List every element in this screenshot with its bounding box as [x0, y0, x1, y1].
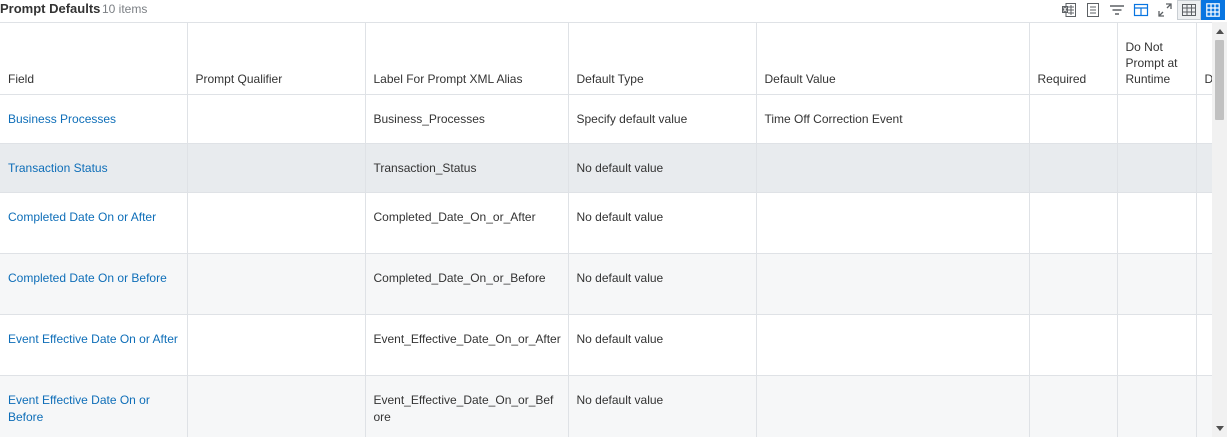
default-type-cell: Specify default value	[568, 94, 757, 144]
do-not-prompt-cell	[1117, 192, 1197, 254]
default-type-cell: No default value	[568, 314, 757, 376]
required-cell	[1029, 143, 1118, 193]
required-cell	[1029, 192, 1118, 254]
xml-alias-cell: Transaction_Status	[365, 143, 569, 193]
xml-alias-cell: Event_Effective_Date_On_or_After	[365, 314, 569, 376]
default-value-cell	[756, 253, 1030, 315]
table-row: Event Effective Date On or After Event_E…	[0, 314, 1212, 376]
prompt-qualifier-cell	[187, 143, 366, 193]
default-type-cell: No default value	[568, 375, 757, 437]
field-link[interactable]: Transaction Status	[0, 143, 188, 193]
truncated-cell	[1196, 192, 1212, 254]
column-header-required[interactable]: Required	[1029, 23, 1118, 95]
column-header-truncated[interactable]: D I S	[1196, 23, 1212, 95]
column-header-xml-alias[interactable]: Label For Prompt XML Alias	[365, 23, 569, 95]
default-type-cell: No default value	[568, 192, 757, 254]
truncated-cell	[1196, 143, 1212, 193]
field-link[interactable]: Event Effective Date On or Before	[0, 375, 188, 437]
grid-title: Prompt Defaults	[0, 1, 101, 16]
default-value-cell	[756, 314, 1030, 376]
table-row: Completed Date On or Before Completed_Da…	[0, 253, 1212, 315]
column-header-field[interactable]: Field	[0, 23, 188, 95]
default-type-cell: No default value	[568, 253, 757, 315]
default-type-cell: No default value	[568, 143, 757, 193]
field-link[interactable]: Completed Date On or Before	[0, 253, 188, 315]
data-table: Field Prompt Qualifier Label For Prompt …	[0, 23, 1212, 437]
default-value-cell: Time Off Correction Event	[756, 94, 1030, 144]
item-count: 10 items	[102, 2, 148, 16]
truncated-cell	[1196, 94, 1212, 144]
export-pdf-icon[interactable]	[1081, 0, 1105, 20]
xml-alias-cell: Business_Processes	[365, 94, 569, 144]
prompt-qualifier-cell	[187, 314, 366, 376]
xml-alias-cell: Completed_Date_On_or_Before	[365, 253, 569, 315]
do-not-prompt-cell	[1117, 314, 1197, 376]
prompt-defaults-grid: Field Prompt Qualifier Label For Prompt …	[0, 22, 1212, 437]
table-row: Completed Date On or After Completed_Dat…	[0, 192, 1212, 254]
prompt-qualifier-cell	[187, 375, 366, 437]
do-not-prompt-cell	[1117, 94, 1197, 144]
do-not-prompt-cell	[1117, 253, 1197, 315]
prompt-qualifier-cell	[187, 94, 366, 144]
do-not-prompt-cell	[1117, 375, 1197, 437]
grid-view-icon[interactable]	[1201, 0, 1225, 20]
required-cell	[1029, 314, 1118, 376]
truncated-cell	[1196, 314, 1212, 376]
default-value-cell	[756, 143, 1030, 193]
field-link[interactable]: Completed Date On or After	[0, 192, 188, 254]
xml-alias-cell: Event_Effective_Date_On_or_Before	[365, 375, 569, 437]
prompt-qualifier-cell	[187, 192, 366, 254]
required-cell	[1029, 94, 1118, 144]
export-excel-icon[interactable]	[1057, 0, 1081, 20]
truncated-cell	[1196, 253, 1212, 315]
prompt-qualifier-cell	[187, 253, 366, 315]
required-cell	[1029, 253, 1118, 315]
default-value-cell	[756, 192, 1030, 254]
columns-icon[interactable]	[1129, 0, 1153, 20]
truncated-cell	[1196, 375, 1212, 437]
field-link[interactable]: Event Effective Date On or After	[0, 314, 188, 376]
xml-alias-cell: Completed_Date_On_or_After	[365, 192, 569, 254]
header-row: Field Prompt Qualifier Label For Prompt …	[0, 23, 1212, 95]
column-header-default-type[interactable]: Default Type	[568, 23, 757, 95]
scrollbar-thumb[interactable]	[1215, 40, 1224, 120]
table-view-icon[interactable]	[1177, 0, 1201, 20]
table-row: Transaction Status Transaction_Status No…	[0, 143, 1212, 193]
required-cell	[1029, 375, 1118, 437]
scroll-down-icon[interactable]	[1212, 421, 1227, 435]
column-header-prompt-qualifier[interactable]: Prompt Qualifier	[187, 23, 366, 95]
scroll-up-icon[interactable]	[1212, 24, 1227, 38]
grid-header: Prompt Defaults 10 items	[0, 0, 1227, 20]
do-not-prompt-cell	[1117, 143, 1197, 193]
filter-icon[interactable]	[1105, 0, 1129, 20]
default-value-cell	[756, 375, 1030, 437]
grid-toolbar	[1057, 0, 1225, 20]
column-header-default-value[interactable]: Default Value	[756, 23, 1030, 95]
table-row: Event Effective Date On or Before Event_…	[0, 375, 1212, 437]
column-header-do-not-prompt[interactable]: Do Not Prompt at Runtime	[1117, 23, 1197, 95]
fullscreen-icon[interactable]	[1153, 0, 1177, 20]
field-link[interactable]: Business Processes	[0, 94, 188, 144]
table-row: Business Processes Business_Processes Sp…	[0, 94, 1212, 144]
vertical-scrollbar[interactable]	[1212, 22, 1227, 437]
